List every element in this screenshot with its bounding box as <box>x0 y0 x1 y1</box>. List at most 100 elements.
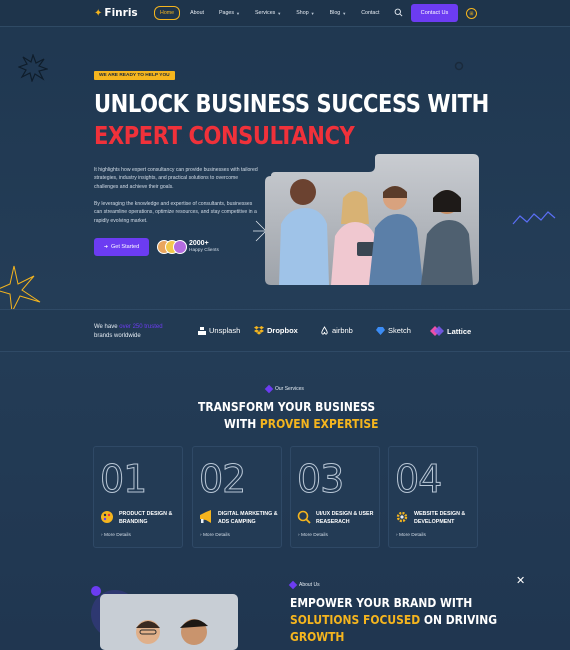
brands-text: We have over 250 trusted brands worldwid… <box>94 323 163 341</box>
nav-link-shop[interactable]: Shop ▼ <box>291 6 319 20</box>
nav-link-label: Pages <box>218 10 235 16</box>
diamond-icon <box>264 384 274 394</box>
services-label-text: Our Services <box>275 386 304 392</box>
about-title-line2: SOLUTIONS FOCUSED ON DRIVING <box>290 612 497 627</box>
search-icon[interactable] <box>394 8 403 17</box>
clients-label: Happy Clients <box>189 248 219 253</box>
nav-link-blog[interactable]: Blog ▼ <box>325 6 352 20</box>
more-details-label: More Details <box>398 533 426 538</box>
logo-mark-icon: ✦ <box>94 7 103 19</box>
contact-us-button[interactable]: Contact Us <box>411 4 458 22</box>
brand-sketch[interactable]: Sketch <box>376 326 411 335</box>
nav-link-label: Contact <box>361 10 380 16</box>
hero-tagline: WE ARE READY TO HELP YOU <box>94 71 175 80</box>
service-card-2[interactable]: 02 DIGITAL MARKETING & ADS CAMPING › Mor… <box>192 446 282 548</box>
brands-strip: We have over 250 trusted brands worldwid… <box>0 309 570 352</box>
airbnb-logo-icon <box>321 326 328 335</box>
nav-link-label: Blog <box>329 10 341 16</box>
lattice-logo-icon <box>430 326 444 336</box>
card-number: 03 <box>296 457 344 502</box>
about-team-photo <box>100 594 238 650</box>
close-icon[interactable]: ✕ <box>516 574 525 587</box>
card-title: UI/UX DESIGN & USER REASERACH <box>316 511 374 525</box>
sparkle-outline-icon <box>0 265 41 312</box>
services-title-line2: WITH PROVEN EXPERTISE <box>224 416 378 431</box>
card-number: 04 <box>394 457 442 502</box>
about-title-line3: GROWTH <box>290 629 345 644</box>
nav-link-home[interactable]: Home <box>154 6 181 20</box>
services-title-highlight: PROVEN EXPERTISE <box>259 416 379 431</box>
nav-link-label: Services <box>254 10 276 16</box>
search-research-icon <box>297 510 311 524</box>
brands-text-after: brands worldwide <box>94 333 141 339</box>
brand-lattice[interactable]: Lattice <box>430 326 471 336</box>
service-card-1[interactable]: 01 PRODUCT DESIGN & BRANDING › More Deta… <box>93 446 183 548</box>
card-title: WEBSITE DESIGN & DEVELOPMENT <box>414 511 466 525</box>
more-details-link[interactable]: › More Details <box>298 533 328 538</box>
service-card-4[interactable]: 04 WEBSITE DESIGN & DEVELOPMENT › More D… <box>388 446 478 548</box>
clients-count: 2000+ <box>189 240 209 247</box>
more-details-label: More Details <box>202 533 230 538</box>
more-details-label: More Details <box>103 533 131 538</box>
page: ✦ Finris Home About Pages ▼ Services ▼ Sho… <box>0 0 570 650</box>
card-title: DIGITAL MARKETING & ADS CAMPING <box>218 511 278 525</box>
brand-name: airbnb <box>332 326 353 335</box>
top-navbar: ✦ Finris Home About Pages ▼ Services ▼ Sho… <box>0 0 570 27</box>
about-label: About Us <box>288 580 320 590</box>
nav-link-label: Shop <box>296 10 309 16</box>
services-label: Our Services <box>264 384 304 394</box>
about-title-rest: ON DRIVING <box>420 612 498 627</box>
get-started-button[interactable]: ➜ Get Started <box>94 238 149 256</box>
brand-dropbox[interactable]: Dropbox <box>254 326 298 335</box>
sketch-logo-icon <box>376 326 385 335</box>
brand-airbnb[interactable]: airbnb <box>320 326 353 335</box>
get-started-label: Get Started <box>111 244 140 250</box>
brands-text-highlight: over 250 trusted <box>119 324 163 330</box>
logo[interactable]: ✦ Finris <box>94 7 138 19</box>
gear-icon <box>396 511 408 523</box>
brand-name: Dropbox <box>267 326 298 335</box>
nav-link-about[interactable]: About <box>185 6 209 20</box>
card-number: 01 <box>99 457 147 502</box>
about-label-text: About Us <box>299 582 320 588</box>
hero-title-line2: EXPERT CONSULTANCY <box>94 121 355 150</box>
brand-name: Lattice <box>447 326 472 336</box>
megaphone-icon <box>200 510 211 523</box>
card-number: 02 <box>198 457 246 502</box>
dropbox-logo-icon <box>254 326 264 335</box>
hero-team-photo <box>265 154 479 285</box>
nav-link-contact[interactable]: Contact <box>356 6 384 20</box>
hero-paragraph-1: It highlights how expert consultancy can… <box>94 167 258 190</box>
chevron-down-icon: ▼ <box>342 10 347 16</box>
zigzag-icon <box>512 211 556 225</box>
chevron-down-icon: ▼ <box>277 10 282 16</box>
more-details-link[interactable]: › More Details <box>101 533 131 538</box>
brand-unsplash[interactable]: Unsplash <box>198 326 240 335</box>
services-title-prefix: WITH <box>224 416 260 431</box>
nav-links: Home About Pages ▼ Services ▼ Shop ▼ Blog ▼ … <box>154 6 389 20</box>
nav-link-pages[interactable]: Pages ▼ <box>214 6 245 20</box>
service-card-3[interactable]: 03 UI/UX DESIGN & USER REASERACH › More … <box>290 446 380 548</box>
ring-icon <box>454 61 464 71</box>
brand-name: Unsplash <box>209 326 241 335</box>
chevron-down-icon: ▼ <box>310 10 315 16</box>
arrow-right-icon: ➜ <box>103 244 109 250</box>
chevron-down-icon: ▼ <box>236 10 240 16</box>
unsplash-logo-icon <box>198 326 206 335</box>
more-details-link[interactable]: › More Details <box>200 533 230 538</box>
grid-icon[interactable]: ⊞ <box>466 8 477 19</box>
more-details-label: More Details <box>300 533 328 538</box>
hero-title-line1: UNLOCK BUSINESS SUCCESS WITH <box>94 89 489 118</box>
diamond-icon <box>288 580 298 590</box>
burst-outline-icon <box>18 54 48 82</box>
services-title-line1: TRANSFORM YOUR BUSINESS <box>198 399 376 414</box>
nav-link-services[interactable]: Services ▼ <box>250 6 286 20</box>
avatar <box>173 240 187 254</box>
brands-text-before: We have <box>94 324 120 330</box>
client-avatars <box>157 240 187 254</box>
nav-link-label: About <box>190 10 204 16</box>
logo-text: Finris <box>104 7 138 19</box>
card-title: PRODUCT DESIGN & BRANDING <box>119 511 173 525</box>
more-details-link[interactable]: › More Details <box>396 533 426 538</box>
paint-palette-icon <box>101 511 113 523</box>
